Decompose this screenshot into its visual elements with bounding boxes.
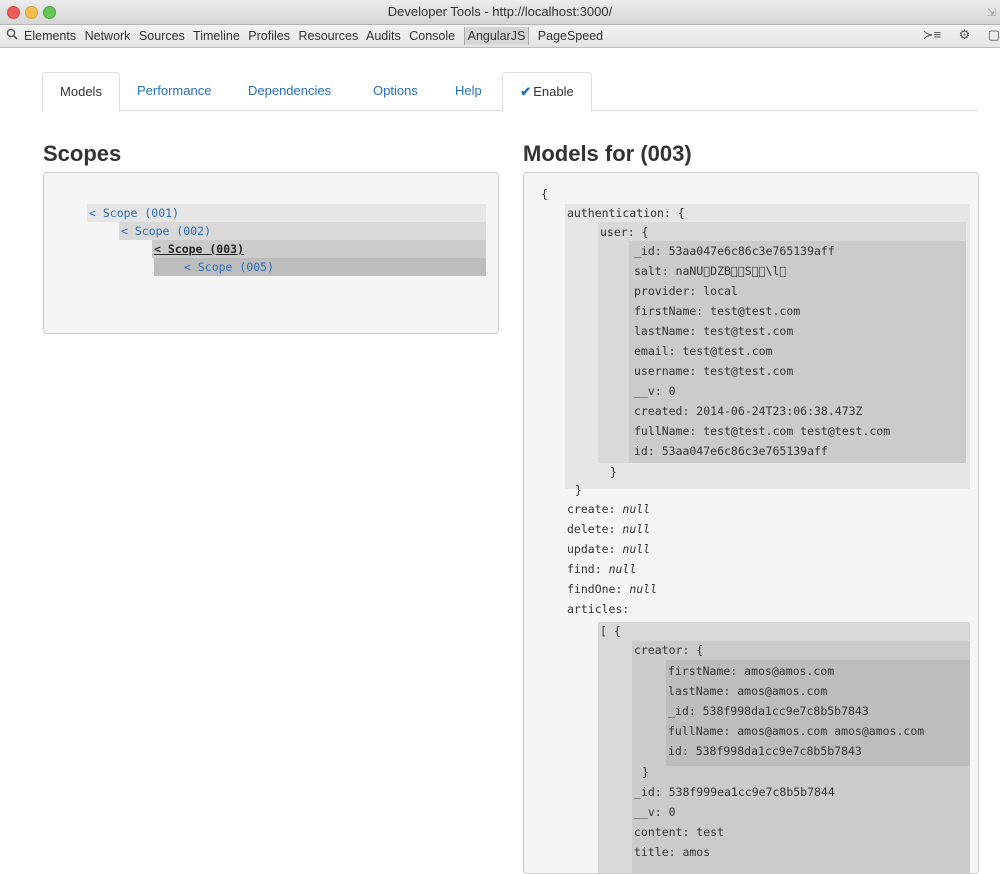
dock-icon[interactable]: ▢ (988, 27, 1000, 43)
models-tree-panel: { authentication: { user: { _id: 53aa047… (523, 172, 979, 874)
tab-performance[interactable]: Performance (137, 72, 211, 110)
model-field: salt: naNU DZB  S  \l  (634, 264, 787, 278)
model-field: email: test@test.com (634, 344, 773, 358)
model-field: lastName: test@test.com (634, 324, 794, 338)
devtools-tab-audits[interactable]: Audits (366, 29, 401, 43)
model-close-brace: } (610, 465, 617, 479)
checkmark-icon: ✔ (520, 84, 532, 99)
model-field: content: test (634, 825, 725, 839)
devtools-tab-resources[interactable]: Resources (298, 29, 358, 43)
enable-label: Enable (533, 84, 574, 99)
gear-icon[interactable]: ⚙ (959, 27, 971, 43)
scope-label: < Scope (005) (184, 260, 275, 274)
scope-item-005[interactable]: < Scope (005) (154, 258, 486, 276)
model-field: __v: 0 (634, 384, 676, 398)
model-field: _id: 538f999ea1cc9e7c8b5b7844 (634, 785, 835, 799)
devtools-tab-timeline[interactable]: Timeline (193, 29, 240, 43)
resize-grip-icon[interactable]: ⇲ (987, 6, 996, 19)
window-title-bar: Developer Tools - http://localhost:3000/… (0, 0, 1000, 25)
model-field-findone: findOne: null (567, 582, 658, 596)
models-heading: Models for (003) (523, 141, 692, 166)
panel-tabs: Models Performance Dependencies Options … (42, 72, 978, 112)
tab-models[interactable]: Models (42, 72, 120, 112)
model-field-create: create: null (567, 502, 651, 516)
window-title: Developer Tools - http://localhost:3000/ (387, 4, 613, 19)
console-drawer-icon[interactable]: ≻≡ (923, 27, 941, 43)
model-close-brace: } (642, 765, 649, 779)
model-field-find: find: null (567, 562, 637, 576)
model-field: id: 53aa047e6c86c3e765139aff (634, 444, 828, 458)
model-field: provider: local (634, 284, 738, 298)
enable-toggle[interactable]: ✔ Enable (502, 72, 592, 112)
model-key-creator[interactable]: creator: { (634, 641, 703, 660)
search-icon[interactable] (6, 28, 18, 43)
model-key-articles[interactable]: articles: (567, 600, 629, 619)
devtools-tab-profiles[interactable]: Profiles (248, 29, 290, 43)
model-field: firstName: test@test.com (634, 304, 801, 318)
model-open-brace: { (541, 187, 548, 201)
scopes-tree-panel: < Scope (001) < Scope (002) < Scope (003… (43, 172, 499, 334)
devtools-tab-sources[interactable]: Sources (139, 29, 185, 43)
scope-item-003-selected[interactable]: < Scope (003) (152, 240, 486, 258)
model-array-open: [ { (600, 624, 621, 638)
scope-label: < Scope (001) (89, 206, 180, 220)
scope-item-001[interactable]: < Scope (001) (87, 204, 486, 222)
devtools-tab-network[interactable]: Network (85, 29, 131, 43)
model-close-brace: } (575, 483, 582, 497)
scope-label: < Scope (002) (121, 224, 212, 238)
tab-help[interactable]: Help (455, 72, 482, 110)
model-key-authentication[interactable]: authentication: { (567, 204, 685, 223)
scope-item-002[interactable]: < Scope (002) (119, 222, 486, 240)
tab-dependencies[interactable]: Dependencies (248, 72, 331, 110)
model-field-delete: delete: null (567, 522, 651, 536)
model-field: title: amos (634, 845, 711, 859)
devtools-tab-console[interactable]: Console (409, 29, 455, 43)
model-field-update: update: null (567, 542, 651, 556)
model-field: __v: 0 (634, 805, 676, 819)
devtools-tab-elements[interactable]: Elements (24, 29, 76, 43)
devtools-toolbar: Elements Network Sources Timeline Profil… (0, 25, 1000, 48)
model-field: firstName: amos@amos.com (668, 664, 835, 678)
model-field: _id: 53aa047e6c86c3e765139aff (634, 244, 835, 258)
model-field: _id: 538f998da1cc9e7c8b5b7843 (668, 704, 869, 718)
devtools-tabs: Elements Network Sources Timeline Profil… (24, 27, 608, 45)
model-field: created: 2014-06-24T23:06:38.473Z (634, 404, 863, 418)
scopes-heading: Scopes (43, 141, 122, 166)
model-key-user[interactable]: user: { (600, 223, 648, 242)
model-field: username: test@test.com (634, 364, 794, 378)
devtools-tab-pagespeed[interactable]: PageSpeed (538, 29, 603, 43)
model-field: id: 538f998da1cc9e7c8b5b7843 (668, 744, 862, 758)
model-field: lastName: amos@amos.com (668, 684, 828, 698)
model-field: fullName: amos@amos.com amos@amos.com (668, 724, 925, 738)
tab-options[interactable]: Options (373, 72, 418, 110)
devtools-tab-angularjs[interactable]: AngularJS (463, 27, 530, 45)
scope-label: < Scope (003) (154, 242, 245, 256)
model-field: fullName: test@test.com test@test.com (634, 424, 891, 438)
